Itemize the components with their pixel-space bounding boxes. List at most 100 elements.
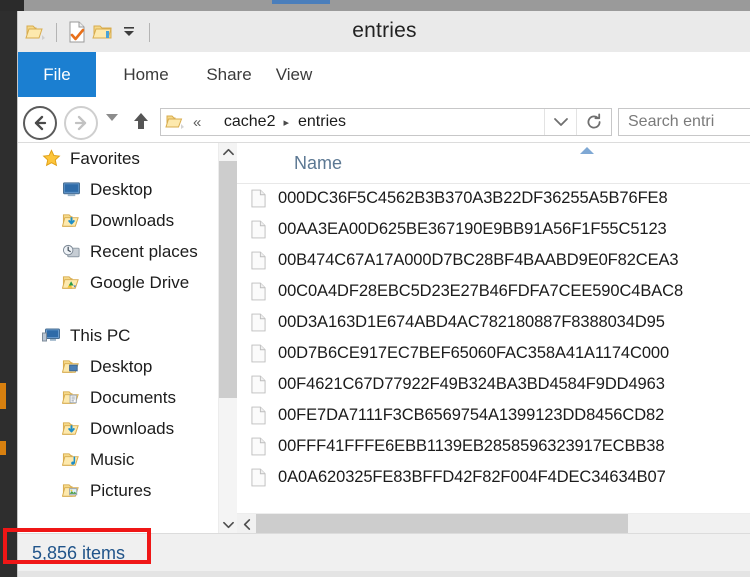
search-input[interactable]: Search entri bbox=[618, 108, 750, 136]
explorer-body: Favorites Desktop Downloads Recent place… bbox=[18, 142, 750, 534]
title-bar: entries bbox=[18, 11, 750, 52]
blank-file-icon bbox=[246, 220, 270, 239]
blank-file-icon bbox=[246, 468, 270, 487]
scrollbar-thumb-horizontal[interactable] bbox=[256, 514, 628, 534]
blank-file-icon bbox=[246, 313, 270, 332]
status-bottom-strip bbox=[18, 571, 750, 577]
sidebar-group-label: This PC bbox=[70, 325, 131, 345]
file-name: 00AA3EA00D625BE367190E9BB91A56F1F55C5123 bbox=[278, 220, 667, 238]
table-row[interactable]: 00B474C67A17A000D7BC28BF4BAABD9E0F82CEA3 bbox=[237, 245, 750, 276]
file-list-pane: Name 000DC36F5C4562B3B370A3B22DF36255A5B… bbox=[237, 143, 750, 534]
refresh-icon[interactable] bbox=[576, 109, 611, 135]
ribbon-tab-bar: File Home Share View bbox=[18, 52, 750, 98]
table-row[interactable]: 00FFF41FFFE6EBB1139EB2858596323917ECBB38 bbox=[237, 431, 750, 462]
file-list-horizontal-scrollbar[interactable] bbox=[237, 513, 750, 534]
blank-file-icon bbox=[246, 375, 270, 394]
desktop-background-strip bbox=[0, 0, 750, 11]
column-header-name[interactable]: Name bbox=[294, 153, 342, 174]
explorer-window: entries File Home Share View « cache2 ▸ … bbox=[17, 11, 750, 577]
navigation-pane: Favorites Desktop Downloads Recent place… bbox=[18, 143, 218, 534]
table-row[interactable]: 00F4621C67D77922F49B324BA3BD4584F9DD4963 bbox=[237, 369, 750, 400]
desktop-left-rail bbox=[0, 11, 17, 577]
blank-file-icon bbox=[246, 437, 270, 456]
table-row[interactable]: 0A0A620325FE83BFFD42F82F004F4DEC34634B07 bbox=[237, 462, 750, 493]
background-window-accent bbox=[272, 0, 330, 4]
sidebar-item-label: Desktop bbox=[90, 356, 153, 376]
sidebar-item-label: Music bbox=[90, 449, 135, 469]
sidebar-item-downloads-fav[interactable]: Downloads bbox=[18, 205, 218, 236]
sidebar-item-music[interactable]: Music bbox=[18, 444, 218, 475]
sidebar-item-label: Google Drive bbox=[90, 272, 190, 292]
recent-locations-chevron-down-icon[interactable] bbox=[106, 114, 118, 121]
sidebar-item-desktop-fav[interactable]: Desktop bbox=[18, 174, 218, 205]
back-button[interactable] bbox=[23, 106, 57, 140]
folder-documents-icon bbox=[60, 388, 82, 408]
address-dropdown-chevron-down-icon[interactable] bbox=[544, 109, 577, 135]
sidebar-item-label: Recent places bbox=[90, 241, 198, 261]
tab-view[interactable]: View bbox=[266, 52, 322, 97]
recent-places-icon bbox=[60, 242, 82, 262]
folder-download-icon bbox=[60, 419, 82, 439]
breadcrumb-separator-1[interactable]: ▸ bbox=[283, 116, 289, 129]
window-title: entries bbox=[352, 19, 417, 42]
breadcrumb-entries[interactable]: entries bbox=[296, 113, 348, 131]
table-row[interactable]: 00C0A4DF28EBC5D23E27B46FDFA7CEE590C4BAC8 bbox=[237, 276, 750, 307]
tab-share[interactable]: Share bbox=[196, 52, 262, 97]
scroll-left-chevron-left-icon[interactable] bbox=[237, 514, 256, 534]
sidebar-group-favorites[interactable]: Favorites bbox=[18, 143, 218, 174]
sidebar-item-label: Documents bbox=[90, 387, 176, 407]
tab-file[interactable]: File bbox=[18, 52, 96, 97]
table-row[interactable]: 00D7B6CE917EC7BEF65060FAC358A41A1174C000 bbox=[237, 338, 750, 369]
sidebar-item-label: Downloads bbox=[90, 210, 175, 230]
sidebar-item-label: Desktop bbox=[90, 179, 153, 199]
tab-home[interactable]: Home bbox=[113, 52, 179, 97]
address-path-box[interactable]: « ▸ cache2 ▸ entries bbox=[160, 108, 612, 136]
sidebar-item-pictures[interactable]: Pictures bbox=[18, 475, 218, 506]
desktop-corner-dark bbox=[0, 0, 24, 11]
address-bar-row: « ▸ cache2 ▸ entries Sear bbox=[18, 97, 750, 142]
file-name: 00B474C67A17A000D7BC28BF4BAABD9E0F82CEA3 bbox=[278, 251, 679, 269]
scroll-down-chevron-down-icon[interactable] bbox=[219, 516, 237, 534]
folder-icon bbox=[165, 113, 185, 131]
folder-music-icon bbox=[60, 450, 82, 470]
status-item-count: 5,856 items bbox=[32, 543, 126, 563]
file-name: 00D7B6CE917EC7BEF65060FAC358A41A1174C000 bbox=[278, 344, 670, 362]
folder-pictures-icon bbox=[60, 481, 82, 501]
table-row[interactable]: 000DC36F5C4562B3B370A3B22DF36255A5B76FE8 bbox=[237, 183, 750, 214]
left-rail-highlight-upper bbox=[0, 383, 6, 409]
sidebar-group-spacer bbox=[18, 298, 218, 320]
column-header-row: Name bbox=[237, 143, 750, 184]
breadcrumb-overflow[interactable]: « bbox=[191, 114, 203, 131]
scrollbar-thumb-vertical[interactable] bbox=[219, 161, 237, 398]
up-one-level-button[interactable] bbox=[128, 108, 154, 134]
file-name: 00FFF41FFFE6EBB1139EB2858596323917ECBB38 bbox=[278, 437, 665, 455]
sidebar-item-label: Downloads bbox=[90, 418, 175, 438]
file-name: 0A0A620325FE83BFFD42F82F004F4DEC34634B07 bbox=[278, 468, 666, 486]
monitor-icon bbox=[60, 180, 82, 200]
triangle-up-icon bbox=[580, 147, 594, 154]
navigation-pane-scrollbar[interactable] bbox=[218, 143, 237, 534]
scroll-up-chevron-up-icon[interactable] bbox=[219, 143, 237, 161]
sidebar-item-documents[interactable]: Documents bbox=[18, 382, 218, 413]
sidebar-item-label: Pictures bbox=[90, 480, 152, 500]
status-bar: 5,856 items bbox=[18, 533, 750, 577]
table-row[interactable]: 00AA3EA00D625BE367190E9BB91A56F1F55C5123 bbox=[237, 214, 750, 245]
table-row[interactable]: 00FE7DA7111F3CB6569754A1399123DD8456CD82 bbox=[237, 400, 750, 431]
sidebar-group-label: Favorites bbox=[70, 148, 140, 168]
file-name: 00FE7DA7111F3CB6569754A1399123DD8456CD82 bbox=[278, 406, 665, 424]
folder-desktop-icon bbox=[60, 357, 82, 377]
forward-button[interactable] bbox=[64, 106, 98, 140]
breadcrumb-cache2[interactable]: cache2 bbox=[222, 113, 278, 131]
sidebar-group-this-pc[interactable]: This PC bbox=[18, 320, 218, 351]
star-icon bbox=[40, 149, 62, 169]
file-list: 000DC36F5C4562B3B370A3B22DF36255A5B76FE8… bbox=[237, 183, 750, 505]
sidebar-item-desktop-pc[interactable]: Desktop bbox=[18, 351, 218, 382]
folder-google-drive-icon bbox=[60, 273, 82, 293]
sidebar-item-downloads-pc[interactable]: Downloads bbox=[18, 413, 218, 444]
file-name: 00D3A163D1E674ABD4AC782180887F8388034D95 bbox=[278, 313, 665, 331]
blank-file-icon bbox=[246, 344, 270, 363]
table-row[interactable]: 00D3A163D1E674ABD4AC782180887F8388034D95 bbox=[237, 307, 750, 338]
sidebar-item-google-drive[interactable]: Google Drive bbox=[18, 267, 218, 298]
blank-file-icon bbox=[246, 282, 270, 301]
sidebar-item-recent-places[interactable]: Recent places bbox=[18, 236, 218, 267]
